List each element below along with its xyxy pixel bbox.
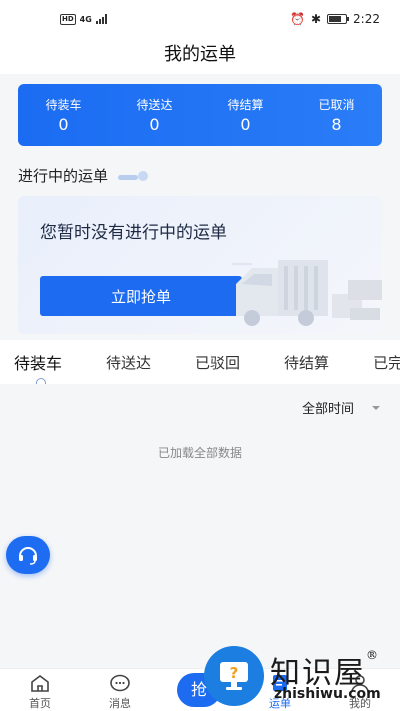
in-progress-heading: 进行中的运单: [18, 165, 152, 186]
tab-to-load[interactable]: 待装车: [0, 350, 63, 384]
summary-count: 0: [240, 115, 251, 134]
tab-rejected[interactable]: 已驳回: [181, 352, 240, 373]
page-title: 我的运单: [0, 38, 400, 74]
all-loaded-text: 已加载全部数据: [157, 446, 242, 460]
order-summary-card: 待装车 0 待送达 0 待结算 0 已取消 8: [18, 84, 382, 146]
tab-label: 首页: [29, 697, 51, 710]
summary-label: 待结算: [227, 98, 264, 112]
network-label: 4G: [79, 14, 92, 24]
order-status-tabs: 待装车 待送达 已驳回 待结算 已完: [0, 340, 400, 384]
truck-illustration-icon: [232, 260, 382, 326]
in-progress-empty-card: 您暂时没有进行中的运单 立即抢单: [18, 196, 382, 334]
order-list: 全部时间 已加载全部数据: [0, 384, 400, 668]
hd-icon: HD: [60, 13, 76, 25]
tab-to-settle[interactable]: 待结算: [270, 352, 329, 373]
summary-cancelled[interactable]: 已取消 8: [291, 84, 382, 146]
chevron-down-icon: [372, 405, 380, 410]
status-bar: HD 4G ⏰ ✱ 2:22: [0, 0, 400, 38]
bluetooth-icon: ✱: [310, 12, 322, 26]
summary-label: 待装车: [45, 98, 82, 112]
tab-messages[interactable]: 消息: [90, 673, 150, 711]
battery-icon: [327, 14, 350, 24]
tab-home[interactable]: 首页: [10, 673, 70, 711]
summary-count: 8: [331, 115, 342, 134]
summary-count: 0: [58, 115, 69, 134]
watermark-logo-icon: ?: [204, 646, 264, 706]
tab-label: 消息: [109, 697, 131, 710]
section-title-text: 进行中的运单: [18, 167, 109, 185]
time-filter-dropdown[interactable]: 全部时间: [302, 398, 380, 417]
summary-to-settle[interactable]: 待结算 0: [200, 84, 291, 146]
signal-indicators: HD 4G: [60, 13, 107, 25]
message-icon: [110, 674, 130, 692]
svg-text:?: ?: [230, 664, 239, 682]
grab-order-button[interactable]: 立即抢单: [40, 276, 242, 316]
headset-icon: [19, 547, 37, 565]
tab-label: 待装车: [14, 354, 63, 373]
customer-service-button[interactable]: [6, 536, 50, 574]
home-icon: [31, 675, 49, 692]
alarm-icon: ⏰: [290, 12, 305, 26]
cloud-icon: [118, 170, 152, 182]
empty-state-text: 您暂时没有进行中的运单: [40, 223, 227, 243]
summary-to-load[interactable]: 待装车 0: [18, 84, 109, 146]
tab-completed[interactable]: 已完: [359, 352, 400, 373]
summary-label: 待送达: [136, 98, 173, 112]
clock: 2:22: [353, 12, 380, 26]
summary-label: 已取消: [318, 98, 355, 112]
signal-icon: [95, 14, 107, 24]
summary-count: 0: [149, 115, 160, 134]
watermark-site: zhishiwu.com: [274, 686, 381, 702]
site-watermark: ? 知识屋® zhishiwu.com: [200, 644, 400, 711]
tab-to-deliver[interactable]: 待送达: [92, 352, 151, 373]
time-filter-label: 全部时间: [301, 402, 354, 417]
summary-to-deliver[interactable]: 待送达 0: [109, 84, 200, 146]
